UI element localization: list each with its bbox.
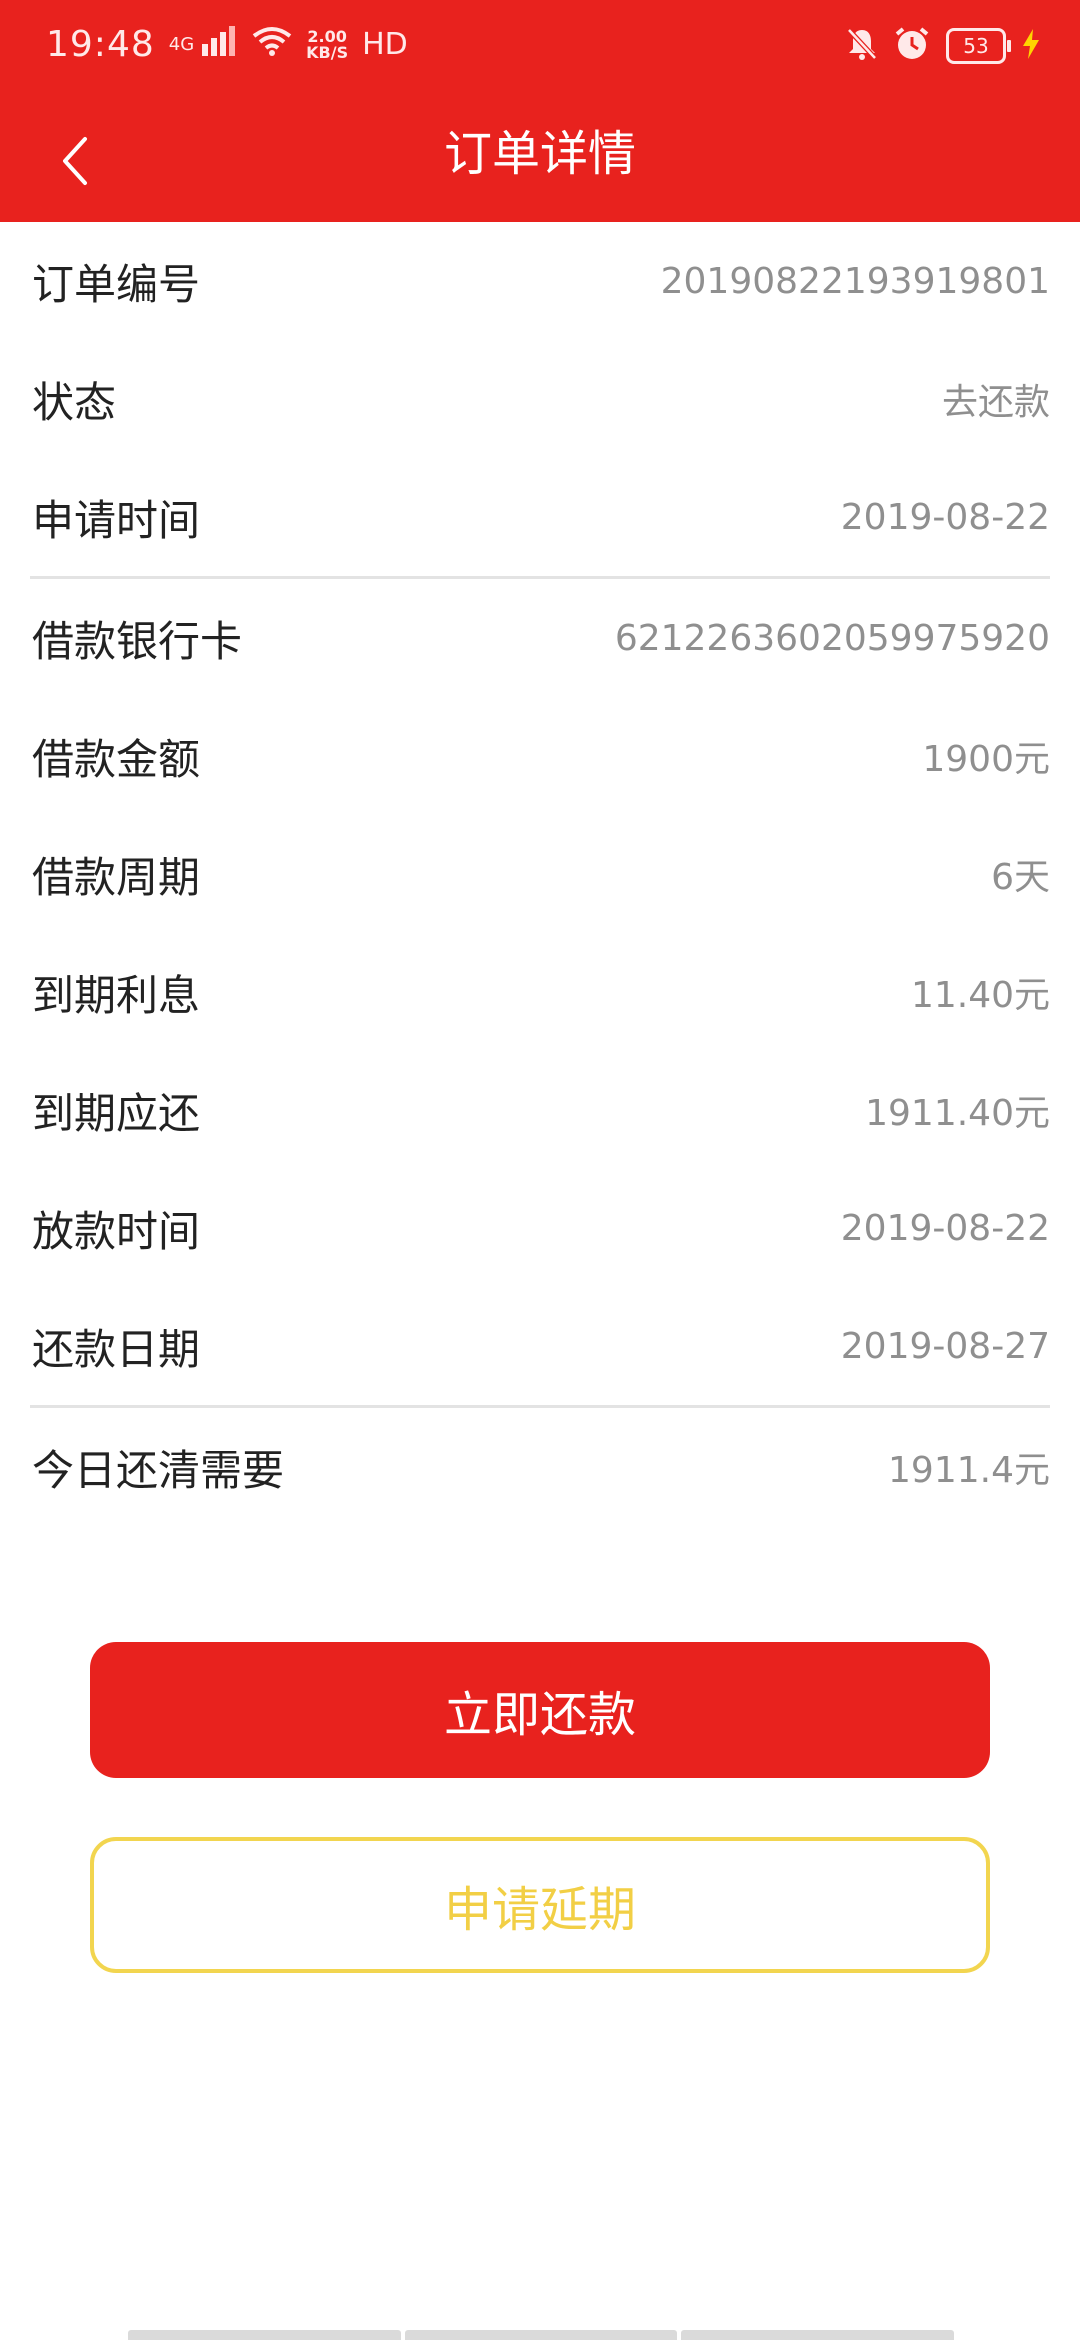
order-details: 订单编号 20190822193919801 状态 去还款 申请时间 2019-… <box>0 222 1080 1526</box>
speed-unit: KB/S <box>306 42 349 62</box>
battery-icon: 53 <box>946 28 1011 64</box>
mute-icon <box>846 27 878 65</box>
wifi-icon <box>252 25 292 65</box>
network-type: 4G <box>168 33 195 55</box>
navigation-bar: 订单详情 <box>0 104 1080 222</box>
network-speed: 2.00 KB/S <box>306 28 349 62</box>
order-detail-screen: 19:48 4G 2.00 KB/S HD 53 订单详情 订单编号 20190… <box>0 0 1080 2340</box>
due-total-row: 到期应还 1911.40元 <box>0 1051 1080 1169</box>
status-bar: 19:48 4G 2.00 KB/S HD 53 <box>0 0 1080 104</box>
page-title: 订单详情 <box>443 126 636 182</box>
status-row: 状态 去还款 <box>0 340 1080 458</box>
alarm-icon <box>894 26 930 66</box>
status-value: 去还款 <box>941 382 1050 423</box>
order-number-row: 订单编号 20190822193919801 <box>0 222 1080 340</box>
status-time: 19:48 <box>46 24 155 65</box>
bottom-bar-segment <box>128 2330 401 2340</box>
loan-period-row: 借款周期 6天 <box>0 815 1080 933</box>
signal-icon <box>202 25 238 65</box>
due-total-label: 到期应还 <box>32 1088 201 1138</box>
today-payoff-value: 1911.4元 <box>888 1450 1050 1491</box>
loan-time-label: 放款时间 <box>32 1206 201 1256</box>
today-payoff-label: 今日还清需要 <box>32 1445 285 1495</box>
bank-card-label: 借款银行卡 <box>32 616 243 666</box>
status-label: 状态 <box>32 377 117 427</box>
repay-date-value: 2019-08-27 <box>840 1325 1050 1367</box>
interest-value: 11.40元 <box>910 975 1050 1016</box>
status-left: 19:48 4G 2.00 KB/S HD <box>46 24 408 65</box>
loan-time-value: 2019-08-22 <box>840 1207 1050 1249</box>
loan-period-label: 借款周期 <box>32 852 201 902</box>
loan-period-value: 6天 <box>991 857 1050 898</box>
repay-date-label: 还款日期 <box>32 1324 201 1374</box>
repay-date-row: 还款日期 2019-08-27 <box>0 1287 1080 1405</box>
apply-time-row: 申请时间 2019-08-22 <box>0 458 1080 576</box>
hd-indicator: HD <box>362 27 408 62</box>
bottom-bar-segment <box>404 2330 678 2340</box>
loan-amount-label: 借款金额 <box>32 734 201 784</box>
interest-label: 到期利息 <box>32 970 201 1020</box>
interest-row: 到期利息 11.40元 <box>0 933 1080 1051</box>
status-right: 53 <box>846 26 1040 66</box>
due-total-value: 1911.40元 <box>865 1093 1050 1134</box>
order-number-label: 订单编号 <box>32 259 201 309</box>
bottom-edge-bars <box>128 2330 955 2340</box>
charging-icon <box>1022 29 1040 63</box>
apply-extension-button[interactable]: 申请延期 <box>90 1837 990 1973</box>
chevron-left-icon <box>63 137 87 185</box>
back-button[interactable] <box>40 126 110 196</box>
app-header: 19:48 4G 2.00 KB/S HD 53 订单详情 <box>0 0 1080 222</box>
today-payoff-row: 今日还清需要 1911.4元 <box>0 1408 1080 1526</box>
apply-time-label: 申请时间 <box>32 495 201 545</box>
bank-card-row: 借款银行卡 6212263602059975920 <box>0 579 1080 697</box>
loan-amount-row: 借款金额 1900元 <box>0 697 1080 815</box>
apply-time-value: 2019-08-22 <box>840 496 1050 538</box>
order-number-value: 20190822193919801 <box>660 260 1050 302</box>
loan-amount-value: 1900元 <box>922 739 1050 780</box>
loan-time-row: 放款时间 2019-08-22 <box>0 1169 1080 1287</box>
bank-card-value: 6212263602059975920 <box>614 617 1050 659</box>
bottom-bar-segment <box>681 2330 955 2340</box>
repay-now-button[interactable]: 立即还款 <box>90 1642 990 1778</box>
